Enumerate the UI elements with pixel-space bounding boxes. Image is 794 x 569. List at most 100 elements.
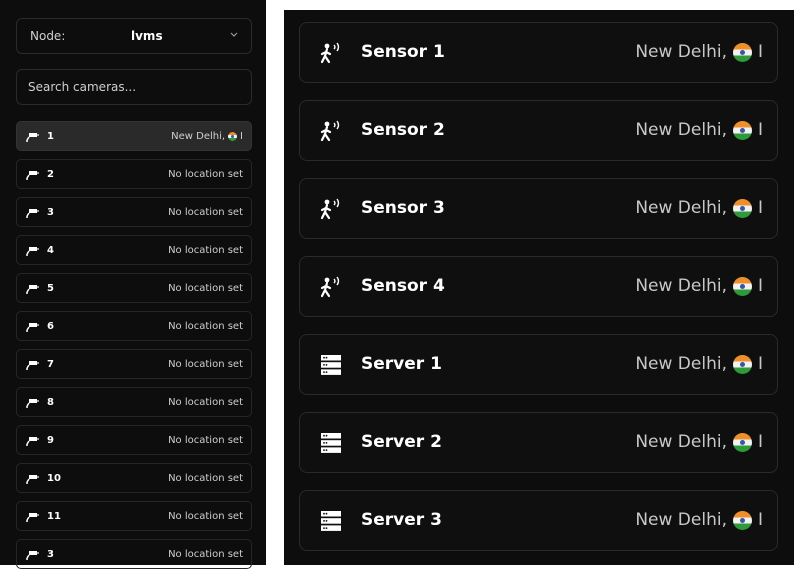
camera-location: No location set bbox=[168, 359, 243, 370]
device-row[interactable]: Server 3 New Delhi, I bbox=[299, 490, 778, 551]
device-location: New Delhi, I bbox=[635, 198, 763, 218]
camera-name: 1 bbox=[47, 130, 54, 142]
camera-location: No location set bbox=[168, 511, 243, 522]
device-location-suffix: I bbox=[757, 354, 763, 374]
camera-location: No location set bbox=[168, 473, 243, 484]
camera-row[interactable]: 4 No location set bbox=[16, 235, 252, 265]
motion-sensor-icon bbox=[319, 275, 343, 299]
camera-icon bbox=[25, 473, 39, 484]
india-flag-icon bbox=[732, 198, 752, 218]
camera-name: 4 bbox=[47, 244, 54, 256]
device-location-suffix: I bbox=[757, 510, 763, 530]
motion-sensor-icon bbox=[319, 41, 343, 65]
camera-row[interactable]: 9 No location set bbox=[16, 425, 252, 455]
device-location-suffix: I bbox=[757, 42, 763, 62]
camera-row[interactable]: 2 No location set bbox=[16, 159, 252, 189]
device-name: Server 3 bbox=[361, 510, 442, 530]
camera-name: 9 bbox=[47, 434, 54, 446]
camera-row[interactable]: 7 No location set bbox=[16, 349, 252, 379]
server-icon bbox=[319, 353, 343, 377]
camera-icon bbox=[25, 321, 39, 332]
device-name: Sensor 1 bbox=[361, 42, 445, 62]
camera-icon bbox=[25, 397, 39, 408]
camera-location: No location set bbox=[168, 245, 243, 256]
node-label: Node: bbox=[30, 29, 66, 43]
camera-icon bbox=[25, 511, 39, 522]
camera-location-text: No location set bbox=[168, 320, 243, 332]
node-selector[interactable]: Node: lvms bbox=[16, 18, 252, 54]
device-location-suffix: I bbox=[757, 432, 763, 452]
camera-location: No location set bbox=[168, 321, 243, 332]
camera-location-text: No location set bbox=[168, 206, 243, 218]
motion-sensor-icon bbox=[319, 119, 343, 143]
device-row[interactable]: Sensor 3 New Delhi, I bbox=[299, 178, 778, 239]
device-location-suffix: I bbox=[757, 276, 763, 296]
camera-icon bbox=[25, 435, 39, 446]
camera-row[interactable]: 5 No location set bbox=[16, 273, 252, 303]
camera-name: 6 bbox=[47, 320, 54, 332]
camera-location-text: No location set bbox=[168, 168, 243, 180]
india-flag-icon bbox=[732, 432, 752, 452]
camera-location: No location set bbox=[168, 549, 243, 560]
camera-location: No location set bbox=[168, 435, 243, 446]
camera-name: 10 bbox=[47, 472, 61, 484]
camera-location: No location set bbox=[168, 283, 243, 294]
device-location-text: New Delhi, bbox=[635, 198, 727, 218]
camera-location-text: No location set bbox=[168, 548, 243, 560]
camera-location-text: No location set bbox=[168, 396, 243, 408]
camera-row[interactable]: 10 No location set bbox=[16, 463, 252, 493]
node-value: lvms bbox=[131, 29, 163, 43]
device-location: New Delhi, I bbox=[635, 276, 763, 296]
device-row[interactable]: Sensor 2 New Delhi, I bbox=[299, 100, 778, 161]
camera-row[interactable]: 3 No location set bbox=[16, 197, 252, 227]
india-flag-icon bbox=[732, 510, 752, 530]
device-location: New Delhi, I bbox=[635, 510, 763, 530]
device-name: Server 2 bbox=[361, 432, 442, 452]
chevron-down-icon bbox=[230, 32, 238, 37]
camera-row[interactable]: 11 No location set bbox=[16, 501, 252, 531]
device-location: New Delhi, I bbox=[635, 120, 763, 140]
camera-location-text: No location set bbox=[168, 282, 243, 294]
camera-icon bbox=[25, 169, 39, 180]
camera-location-text: No location set bbox=[168, 358, 243, 370]
camera-icon bbox=[25, 131, 39, 142]
device-location-suffix: I bbox=[757, 120, 763, 140]
device-row[interactable]: Sensor 1 New Delhi, I bbox=[299, 22, 778, 83]
india-flag-icon bbox=[732, 120, 752, 140]
camera-row[interactable]: 8 No location set bbox=[16, 387, 252, 417]
camera-location-text: New Delhi, bbox=[171, 130, 226, 142]
device-row[interactable]: Server 2 New Delhi, I bbox=[299, 412, 778, 473]
camera-name: 3 bbox=[47, 206, 54, 218]
motion-sensor-icon bbox=[319, 197, 343, 221]
device-location-text: New Delhi, bbox=[635, 120, 727, 140]
india-flag-icon bbox=[228, 131, 238, 141]
device-name: Sensor 4 bbox=[361, 276, 445, 296]
camera-location-text: No location set bbox=[168, 244, 243, 256]
device-row[interactable]: Server 1 New Delhi, I bbox=[299, 334, 778, 395]
camera-icon bbox=[25, 207, 39, 218]
camera-location-text: No location set bbox=[168, 434, 243, 446]
camera-location: New Delhi, I bbox=[171, 130, 243, 142]
camera-name: 2 bbox=[47, 168, 54, 180]
camera-icon bbox=[25, 359, 39, 370]
camera-location-text: No location set bbox=[168, 510, 243, 522]
camera-name: 7 bbox=[47, 358, 54, 370]
device-location-suffix: I bbox=[757, 198, 763, 218]
camera-name: 11 bbox=[47, 510, 61, 522]
camera-location-text: No location set bbox=[168, 472, 243, 484]
camera-row[interactable]: 1 New Delhi, I bbox=[16, 121, 252, 151]
search-input[interactable] bbox=[16, 69, 252, 105]
camera-icon bbox=[25, 283, 39, 294]
device-location-text: New Delhi, bbox=[635, 276, 727, 296]
camera-name: 8 bbox=[47, 396, 54, 408]
device-location: New Delhi, I bbox=[635, 432, 763, 452]
india-flag-icon bbox=[732, 42, 752, 62]
camera-icon bbox=[25, 245, 39, 256]
device-location-text: New Delhi, bbox=[635, 42, 727, 62]
camera-row[interactable]: 6 No location set bbox=[16, 311, 252, 341]
camera-location: No location set bbox=[168, 207, 243, 218]
camera-name: 5 bbox=[47, 282, 54, 294]
camera-location: No location set bbox=[168, 169, 243, 180]
device-list: Sensor 1 New Delhi, I Sensor 2 New Delhi, I Se… bbox=[284, 10, 794, 565]
device-row[interactable]: Sensor 4 New Delhi, I bbox=[299, 256, 778, 317]
